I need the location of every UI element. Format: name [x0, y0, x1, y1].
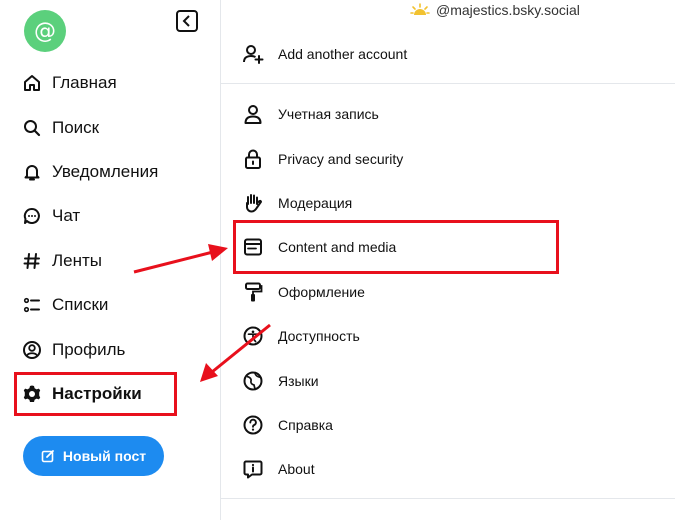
- account-handle: @majestics.bsky.social: [436, 2, 580, 18]
- new-post-button[interactable]: Новый пост: [23, 436, 164, 476]
- chat-icon: [22, 206, 42, 226]
- edit-icon: [41, 450, 54, 463]
- settings-item-languages[interactable]: Языки: [242, 361, 319, 401]
- sidebar-item-chat[interactable]: Чат: [22, 198, 80, 234]
- add-user-icon: [242, 43, 264, 65]
- sidebar-item-notifications[interactable]: Уведомления: [22, 154, 158, 190]
- current-account[interactable]: @majestics.bsky.social: [410, 0, 580, 20]
- settings-item-label: Оформление: [278, 284, 365, 300]
- home-icon: [22, 73, 42, 93]
- column-divider: [220, 0, 221, 520]
- help-icon: [242, 414, 264, 436]
- sidebar-item-label: Ленты: [52, 251, 103, 270]
- collapse-button[interactable]: [176, 10, 198, 32]
- sidebar-item-label: Поиск: [52, 118, 100, 137]
- settings-item-privacy[interactable]: Privacy and security: [242, 139, 403, 179]
- settings-item-label: Учетная запись: [278, 106, 379, 122]
- info-icon: [242, 458, 264, 480]
- sidebar-item-profile[interactable]: Профиль: [22, 332, 125, 368]
- lock-icon: [242, 148, 264, 170]
- settings-item-moderation[interactable]: Модерация: [242, 183, 352, 223]
- new-post-label: Новый пост: [62, 448, 147, 464]
- settings-item-label: Privacy and security: [278, 151, 404, 167]
- sidebar-item-home[interactable]: Главная: [22, 65, 117, 101]
- section-divider: [221, 498, 675, 499]
- settings-item-appearance[interactable]: Оформление: [242, 272, 365, 312]
- accessibility-icon: [242, 325, 264, 347]
- hand-icon: [242, 192, 264, 214]
- settings-item-about[interactable]: About: [242, 449, 315, 489]
- settings-item-account[interactable]: Учетная запись: [242, 94, 379, 134]
- sun-icon: [410, 3, 430, 15]
- profile-icon: [22, 340, 42, 360]
- settings-item-label: Справка: [278, 417, 333, 433]
- hash-icon: [22, 251, 42, 271]
- chevron-left-icon: [182, 15, 190, 27]
- add-account-item[interactable]: Add another account: [242, 34, 407, 74]
- list-icon: [22, 295, 42, 315]
- avatar-glyph: @: [34, 18, 56, 44]
- search-icon: [22, 118, 42, 138]
- sidebar-item-label: Чат: [52, 206, 81, 225]
- settings-item-accessibility[interactable]: Доступность: [242, 316, 360, 356]
- content-media-highlight-box: [233, 220, 559, 274]
- sidebar-item-lists[interactable]: Списки: [22, 287, 108, 323]
- settings-item-label: Языки: [278, 373, 319, 389]
- settings-highlight-box: [14, 372, 177, 416]
- sidebar-item-label: Списки: [52, 295, 109, 314]
- add-account-label: Add another account: [278, 46, 408, 62]
- settings-item-label: About: [278, 461, 315, 477]
- person-icon: [242, 103, 264, 125]
- settings-item-label: Доступность: [278, 328, 360, 344]
- settings-item-label: Модерация: [278, 195, 353, 211]
- sidebar-item-label: Уведомления: [52, 162, 159, 181]
- sidebar: @ Главная Поиск Уведомления Чат Ленты Сп…: [0, 0, 220, 520]
- language-icon: [242, 370, 264, 392]
- section-divider: [221, 83, 675, 84]
- sidebar-item-search[interactable]: Поиск: [22, 110, 99, 146]
- settings-item-help[interactable]: Справка: [242, 405, 333, 445]
- avatar[interactable]: @: [24, 10, 66, 52]
- paint-roller-icon: [242, 281, 264, 303]
- bell-icon: [22, 162, 42, 182]
- sidebar-item-label: Главная: [52, 73, 117, 92]
- sidebar-item-label: Профиль: [52, 340, 126, 359]
- sidebar-item-feeds[interactable]: Ленты: [22, 243, 102, 279]
